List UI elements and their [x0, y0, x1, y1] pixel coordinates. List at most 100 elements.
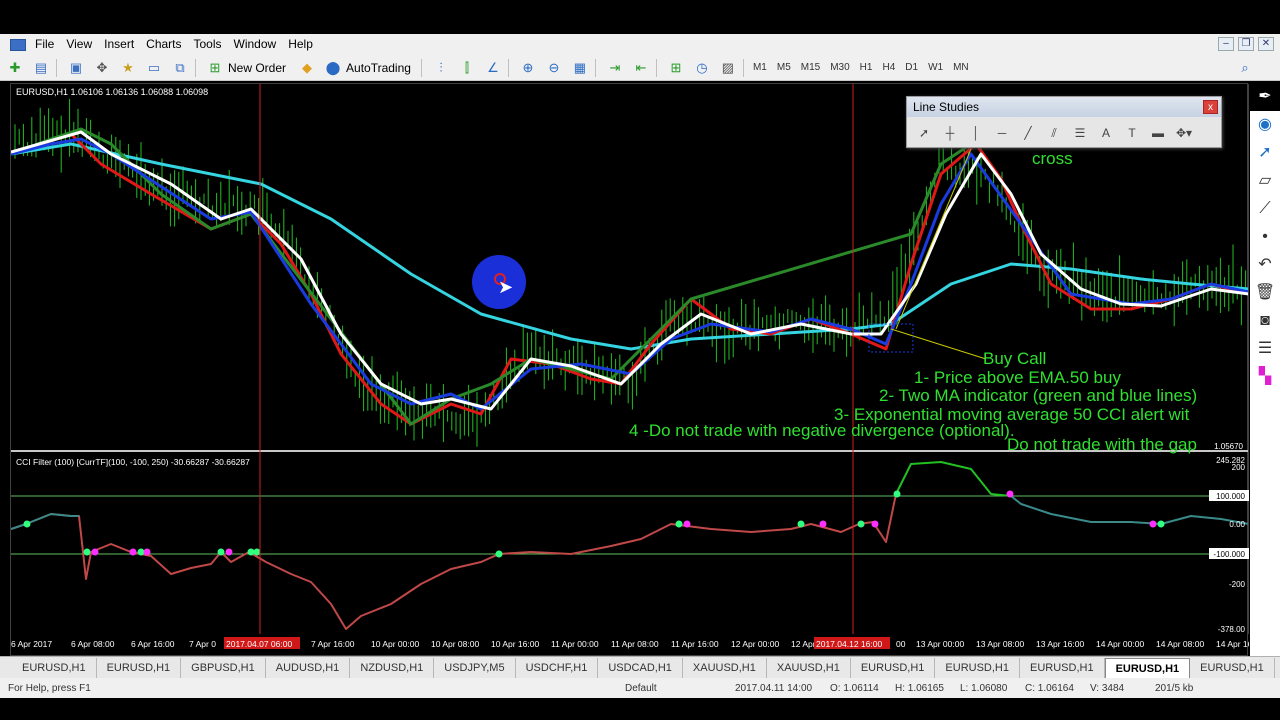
timeframe-w1[interactable]: W1 — [928, 62, 943, 73]
symbol-tab[interactable]: EURUSD,H1 — [1020, 658, 1105, 678]
menu-insert[interactable]: Insert — [101, 34, 143, 55]
symbol-tab[interactable]: XAUUSD,H1 — [767, 658, 851, 678]
symbol-tab[interactable]: USDCHF,H1 — [516, 658, 599, 678]
fibonacci-icon[interactable]: ☰ — [1067, 126, 1093, 140]
chart-shift-icon[interactable]: ⇥ — [604, 58, 626, 78]
annotation-rule-4: 4 -Do not trade with negative divergence… — [629, 421, 1015, 440]
menu-tools[interactable]: Tools — [191, 34, 231, 55]
minimize-icon[interactable]: – — [1218, 37, 1234, 51]
mouse-pointer-icon: ➤ — [498, 277, 514, 297]
symbol-tab[interactable]: EURUSD,H1 — [935, 658, 1020, 678]
arrows-icon[interactable]: ✥▾ — [1171, 126, 1197, 140]
line-studies-title[interactable]: Line Studies — [907, 97, 1221, 117]
cursor-icon[interactable]: ➚ — [1258, 139, 1271, 167]
trash-icon[interactable]: 🗑 — [1255, 279, 1275, 307]
candlestick-icon[interactable]: ⫿ — [456, 58, 478, 78]
periods-icon[interactable]: ◷ — [691, 58, 713, 78]
menu-view[interactable]: View — [63, 34, 101, 55]
symbol-tab[interactable]: EURUSD,H1 — [97, 658, 182, 678]
ruler-icon[interactable]: ⟋ — [1259, 195, 1270, 223]
cci-axis-label: -378.00 — [1218, 625, 1246, 634]
time-axis-label: 2017.04.07 06:00 — [226, 639, 292, 649]
symbol-tab[interactable]: NZDUSD,H1 — [350, 658, 435, 678]
eraser-icon[interactable]: ▱ — [1259, 167, 1271, 195]
text-icon[interactable]: A — [1093, 126, 1119, 140]
rectangle-icon[interactable]: ▬ — [1145, 126, 1171, 140]
templates-icon[interactable]: ▨ — [717, 58, 739, 78]
time-axis-label: 10 Apr 00:00 — [371, 639, 419, 649]
text-label-icon[interactable]: T — [1119, 126, 1145, 140]
autoscroll-icon[interactable]: ⇤ — [630, 58, 652, 78]
line-chart-icon[interactable]: ∠ — [482, 58, 504, 78]
navigator-icon[interactable]: ★ — [117, 58, 139, 78]
time-axis-label: 2017.04.12 16:00 — [816, 639, 882, 649]
channel-icon[interactable]: ⫽ — [1041, 126, 1067, 141]
autotrading-button[interactable]: AutoTrading — [346, 61, 411, 75]
close-icon[interactable]: ✕ — [1258, 37, 1274, 51]
crosshair-icon[interactable]: ┼ — [937, 126, 963, 140]
timeframe-d1[interactable]: D1 — [905, 62, 918, 73]
bar-chart-icon[interactable]: ⫶ — [430, 58, 452, 78]
symbol-tab[interactable]: USDJPY,M5 — [434, 658, 516, 678]
menu-file[interactable]: File — [32, 34, 63, 55]
cci-axis-label: 200 — [1232, 463, 1246, 472]
market-watch-icon[interactable]: ▣ — [65, 58, 87, 78]
pointer-icon[interactable]: ➚ — [911, 126, 937, 140]
terminal-icon[interactable]: ▭ — [143, 58, 165, 78]
timeframe-mn[interactable]: MN — [953, 62, 969, 73]
chart-canvas[interactable]: EURUSD,H1 1.06106 1.06136 1.06088 1.0609… — [10, 84, 1264, 657]
symbol-tab[interactable]: XAUUSD,H1 — [683, 658, 767, 678]
timeframe-h1[interactable]: H1 — [860, 62, 873, 73]
symbol-tab[interactable]: EURUSD,H1 — [851, 658, 936, 678]
eye-icon[interactable]: ◉ — [1258, 111, 1272, 139]
time-axis-label: 12 Apr — [791, 639, 816, 649]
new-chart-icon[interactable]: ✚ — [4, 58, 26, 78]
status-open: O: 1.06114 — [830, 683, 879, 694]
trendline-icon[interactable]: ╱ — [1015, 126, 1041, 140]
new-order-icon[interactable]: ⊞ — [204, 58, 226, 78]
timeframe-m30[interactable]: M30 — [830, 62, 849, 73]
dot-icon[interactable]: • — [1262, 223, 1268, 251]
chart-window-icon — [10, 38, 26, 51]
undo-icon[interactable]: ↶ — [1258, 251, 1271, 279]
cci-signal-dot — [683, 520, 691, 528]
profiles-icon[interactable]: ▤ — [30, 58, 52, 78]
cci-signal-dot — [819, 520, 827, 528]
search-icon[interactable]: ⌕ — [1234, 58, 1256, 78]
indicators-icon[interactable]: ⊞ — [665, 58, 687, 78]
cci-axis-label: -100.000 — [1213, 550, 1245, 559]
symbol-tab[interactable]: EURUSD,H1 — [12, 658, 97, 678]
data-window-icon[interactable]: ✥ — [91, 58, 113, 78]
chart-window[interactable]: EURUSD,H1 1.06106 1.06136 1.06088 1.0609… — [10, 83, 1264, 657]
time-axis-label: 6 Apr 2017 — [11, 639, 52, 649]
autotrading-icon[interactable]: ⬤ — [322, 58, 344, 78]
symbol-tab[interactable]: EURUSD,H1 — [1104, 658, 1191, 678]
vertical-line-icon[interactable]: │ — [963, 126, 989, 140]
pen-icon[interactable]: ✒ — [1250, 83, 1280, 111]
symbol-tab[interactable]: GBPUSD,H1 — [181, 658, 266, 678]
color-palette-icon[interactable]: ▚ — [1259, 363, 1271, 391]
zoom-in-icon[interactable]: ⊕ — [517, 58, 539, 78]
timeframe-h4[interactable]: H4 — [882, 62, 895, 73]
screen-bottom — [0, 698, 1280, 720]
camera-icon[interactable]: ◙ — [1260, 307, 1270, 335]
timeframe-m15[interactable]: M15 — [801, 62, 820, 73]
symbol-tab[interactable]: USDCAD,H1 — [598, 658, 683, 678]
list-icon[interactable]: ☰ — [1258, 335, 1272, 363]
metaeditor-icon[interactable]: ◆ — [296, 58, 318, 78]
strategy-tester-icon[interactable]: ⧉ — [169, 58, 191, 78]
symbol-tab[interactable]: AUDUSD,H1 — [266, 658, 351, 678]
menu-help[interactable]: Help — [285, 34, 322, 55]
timeframe-m5[interactable]: M5 — [777, 62, 791, 73]
zoom-out-icon[interactable]: ⊖ — [543, 58, 565, 78]
new-order-button[interactable]: New Order — [228, 61, 286, 75]
menu-window[interactable]: Window — [231, 34, 286, 55]
timeframe-m1[interactable]: M1 — [753, 62, 767, 73]
line-studies-close-button[interactable]: x — [1203, 100, 1218, 114]
menu-charts[interactable]: Charts — [143, 34, 190, 55]
symbol-tab[interactable]: EURUSD,H1 — [1190, 658, 1275, 678]
status-profile: Default — [625, 683, 657, 694]
horizontal-line-icon[interactable]: ─ — [989, 126, 1015, 140]
tile-windows-icon[interactable]: ▦ — [569, 58, 591, 78]
restore-icon[interactable]: ❐ — [1238, 37, 1254, 51]
